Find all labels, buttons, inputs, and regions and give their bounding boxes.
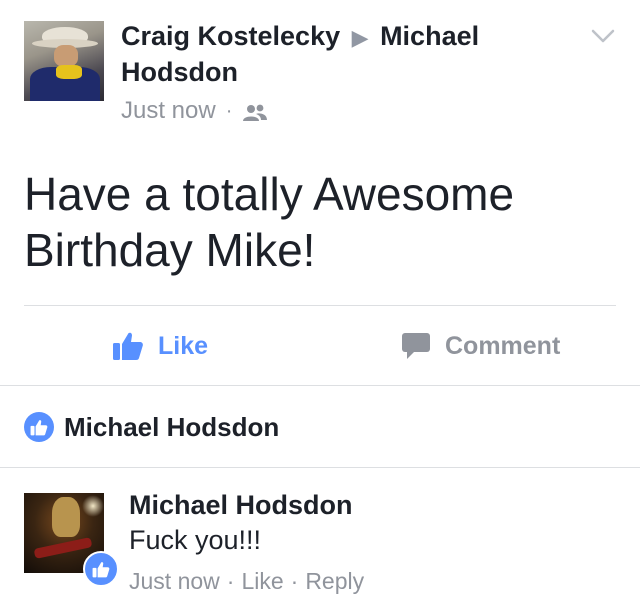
avatar-stage-light [82, 495, 104, 517]
post-timestamp[interactable]: Just now [121, 96, 216, 126]
comment-icon [402, 333, 430, 359]
comment-meta-separator: · [290, 568, 299, 594]
comment-body-text: Fuck you!!! [129, 525, 262, 555]
thumbs-up-icon [113, 332, 143, 360]
post-target-arrow: ▶ [351, 25, 369, 50]
avatar-face [54, 45, 78, 67]
comment-like-badge-icon [83, 551, 119, 587]
chevron-down-icon[interactable] [590, 26, 616, 46]
liker-name: Michael Hodsdon [64, 411, 280, 442]
comment-meta: Just now · Like · Reply [129, 566, 364, 596]
likers-divider [0, 467, 640, 468]
post-meta: Just now · [121, 96, 268, 126]
like-label: Like [158, 331, 209, 360]
comment-author-name[interactable]: Michael Hodsdon [129, 488, 353, 522]
friends-icon [242, 101, 268, 121]
post-author-avatar[interactable] [24, 21, 104, 101]
like-button[interactable]: Like [112, 325, 208, 367]
avatar-guitar [33, 537, 93, 559]
action-bar-divider [0, 385, 640, 386]
meta-separator: · [225, 100, 233, 122]
post-header-names: Craig Kostelecky ▶ Michael Hodsdon [121, 19, 581, 89]
post-body-text: Have a totally Awesome Birthday Mike! [24, 168, 515, 276]
comment-label: Comment [445, 331, 561, 360]
post-divider [24, 305, 616, 306]
avatar-hair [52, 497, 80, 537]
comment-button[interactable]: Comment [401, 325, 560, 367]
comment-like-link[interactable]: Like [241, 566, 283, 596]
avatar-scarf [56, 65, 82, 79]
comment-timestamp[interactable]: Just now [129, 566, 220, 596]
comment-reply-link[interactable]: Reply [305, 566, 364, 596]
comment-meta-separator: · [226, 568, 235, 594]
like-badge-icon [24, 412, 54, 442]
likers-row[interactable]: Michael Hodsdon [24, 406, 279, 448]
post-author-name[interactable]: Craig Kostelecky [121, 21, 340, 51]
